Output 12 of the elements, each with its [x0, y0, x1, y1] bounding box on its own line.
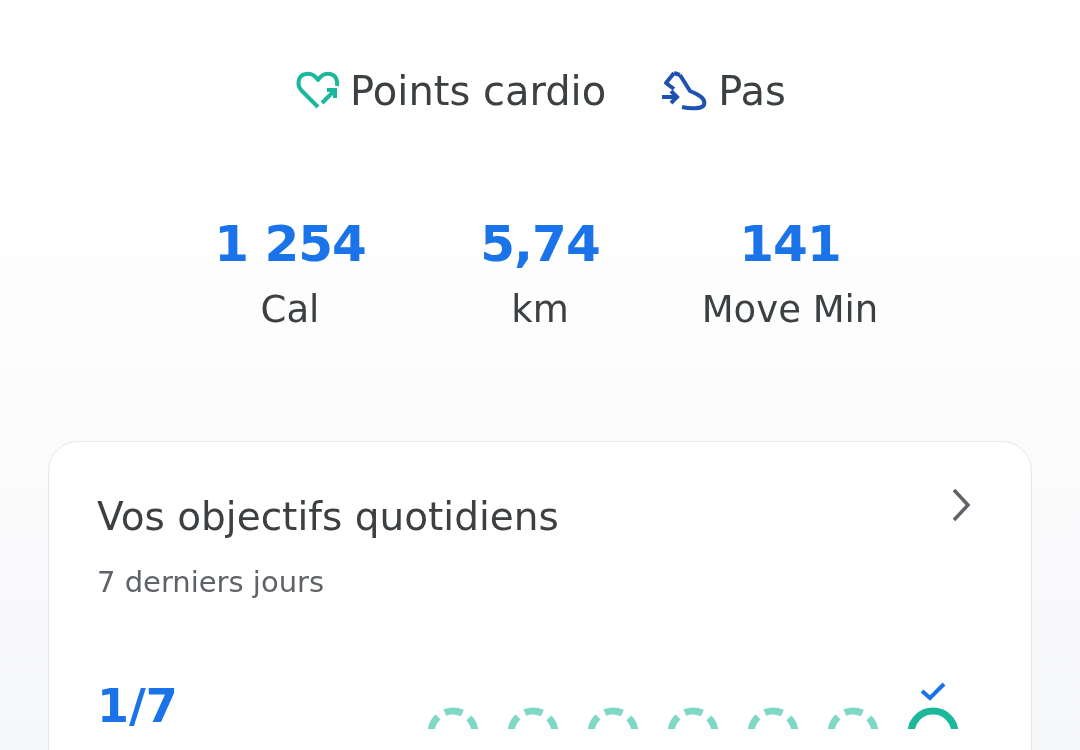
stat-value: 5,74: [480, 214, 600, 274]
stat-label: Move Min: [701, 288, 879, 331]
stat-value: 1 254: [214, 214, 366, 274]
legend-label: Points cardio: [350, 68, 607, 114]
stat-label: Cal: [260, 288, 320, 331]
goals-card[interactable]: Vos objectifs quotidiens 7 derniers jours 1/7: [48, 441, 1032, 750]
stat-value: 141: [739, 214, 841, 274]
card-subtitle: 7 derniers jours: [97, 565, 326, 599]
card-title: Vos objectifs quotidiens: [97, 494, 559, 539]
goal-count: 1/7: [97, 683, 178, 729]
legend-label: Pas: [718, 68, 786, 114]
stat-label: km: [511, 288, 569, 331]
